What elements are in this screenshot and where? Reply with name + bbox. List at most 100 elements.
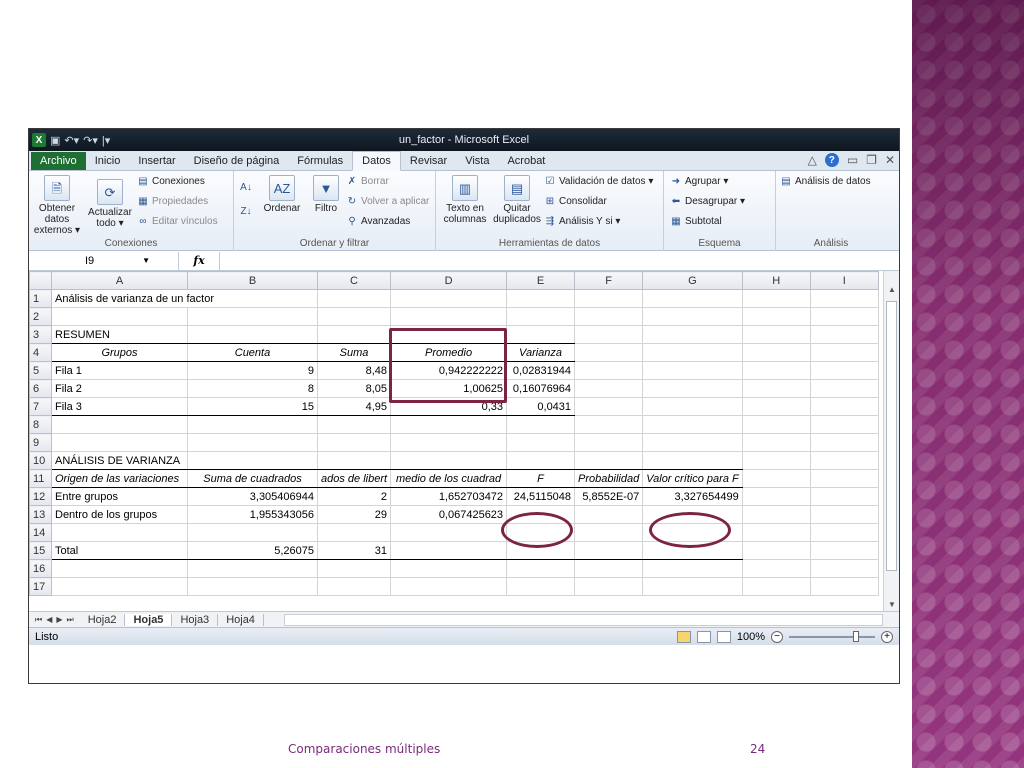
- cell[interactable]: [316, 325, 392, 344]
- cell[interactable]: [809, 307, 879, 326]
- cell[interactable]: [316, 559, 392, 578]
- cell[interactable]: [51, 415, 188, 434]
- cell[interactable]: [642, 361, 743, 380]
- sheet-tab-hoja2[interactable]: Hoja2: [80, 613, 126, 626]
- save-icon[interactable]: ▣: [50, 134, 60, 147]
- cell[interactable]: [741, 559, 811, 578]
- cell[interactable]: [741, 343, 811, 362]
- restore-icon[interactable]: ❐: [866, 153, 877, 167]
- zoom-slider-knob[interactable]: [853, 630, 859, 642]
- vertical-scrollbar[interactable]: ▲ ▼: [883, 271, 899, 611]
- column-header-d[interactable]: D: [390, 271, 508, 290]
- cell[interactable]: [642, 415, 743, 434]
- quitar-duplicados-button[interactable]: ▤ Quitar duplicados: [492, 175, 542, 225]
- cell[interactable]: [741, 289, 811, 308]
- texto-columnas-button[interactable]: ▥ Texto en columnas: [440, 175, 490, 225]
- cell-b13[interactable]: 1,955343056: [187, 505, 318, 524]
- row-header[interactable]: 6: [29, 379, 52, 398]
- cell[interactable]: [809, 415, 879, 434]
- next-sheet-icon[interactable]: ▶: [56, 615, 62, 625]
- cell[interactable]: [574, 379, 644, 398]
- page-layout-view-icon[interactable]: [696, 630, 711, 643]
- page-break-view-icon[interactable]: [716, 630, 731, 643]
- row-header[interactable]: 10: [29, 451, 52, 470]
- cell-c11[interactable]: ados de libert: [316, 469, 392, 488]
- formula-input[interactable]: [219, 251, 899, 270]
- cell-b11[interactable]: Suma de cuadrados: [187, 469, 318, 488]
- cell-a5[interactable]: Fila 1: [51, 361, 188, 380]
- cell[interactable]: [316, 307, 392, 326]
- cell[interactable]: [316, 523, 392, 542]
- cell[interactable]: [316, 433, 392, 452]
- cell[interactable]: [574, 289, 644, 308]
- row-header[interactable]: 11: [29, 469, 52, 488]
- cell[interactable]: [187, 307, 318, 326]
- prev-sheet-icon[interactable]: ◀: [46, 615, 52, 625]
- cell[interactable]: [741, 469, 811, 488]
- cell[interactable]: [809, 397, 879, 416]
- cell[interactable]: [506, 505, 576, 524]
- row-header[interactable]: 4: [29, 343, 52, 362]
- cell[interactable]: [51, 433, 188, 452]
- row-header[interactable]: 1: [29, 289, 52, 308]
- cell[interactable]: [642, 523, 743, 542]
- conexiones-button[interactable]: ▤ Conexiones: [137, 175, 205, 187]
- cell[interactable]: [506, 325, 576, 344]
- cell[interactable]: [390, 289, 508, 308]
- cell-c13[interactable]: 29: [316, 505, 392, 524]
- cell[interactable]: [741, 541, 811, 560]
- cell[interactable]: [809, 577, 879, 596]
- row-header[interactable]: 17: [29, 577, 52, 596]
- cell[interactable]: [741, 361, 811, 380]
- cell[interactable]: [506, 541, 576, 560]
- cell-g12[interactable]: 3,327654499: [642, 487, 743, 506]
- cell-e5[interactable]: 0,02831944: [506, 361, 576, 380]
- cell[interactable]: [642, 433, 743, 452]
- cell[interactable]: [187, 325, 318, 344]
- cell-c15[interactable]: 31: [316, 541, 392, 560]
- cell[interactable]: [390, 307, 508, 326]
- row-header[interactable]: 7: [29, 397, 52, 416]
- sheet-tab-hoja4[interactable]: Hoja4: [218, 613, 264, 626]
- subtotal-button[interactable]: ▦ Subtotal: [670, 215, 721, 227]
- column-header-c[interactable]: C: [316, 271, 392, 290]
- cell-c4[interactable]: Suma: [316, 343, 392, 362]
- cell-e11[interactable]: F: [506, 469, 576, 488]
- redo-icon[interactable]: ↷▾: [83, 134, 98, 147]
- scroll-thumb[interactable]: [886, 301, 897, 571]
- cell[interactable]: [642, 451, 743, 470]
- analisis-ysi-button[interactable]: ⇶ Análisis Y si ▾: [544, 215, 621, 227]
- horizontal-scrollbar[interactable]: [283, 613, 883, 626]
- cell[interactable]: [809, 433, 879, 452]
- cell[interactable]: [574, 361, 644, 380]
- cell[interactable]: [574, 433, 644, 452]
- cell-a10[interactable]: ANÁLISIS DE VARIANZA: [51, 451, 188, 470]
- tab-vista[interactable]: Vista: [456, 152, 498, 170]
- editar-vinculos-button[interactable]: ∞ Editar vínculos: [137, 215, 217, 227]
- cell[interactable]: [390, 559, 508, 578]
- cell-e12[interactable]: 24,5115048: [506, 487, 576, 506]
- obtener-datos-button[interactable]: 🗎 Obtener datos externos ▾: [31, 175, 83, 236]
- cell[interactable]: [574, 559, 644, 578]
- tab-formulas[interactable]: Fórmulas: [288, 152, 352, 170]
- cell[interactable]: [809, 469, 879, 488]
- normal-view-icon[interactable]: [676, 630, 691, 643]
- sort-za-button[interactable]: Z↓: [240, 205, 252, 217]
- tab-diseno-pagina[interactable]: Diseño de página: [185, 152, 289, 170]
- excel-icon[interactable]: X: [32, 133, 46, 147]
- cell[interactable]: [51, 559, 188, 578]
- cell[interactable]: [390, 325, 508, 344]
- cell[interactable]: [741, 487, 811, 506]
- ordenar-button[interactable]: AZ Ordenar: [260, 175, 304, 214]
- actualizar-todo-button[interactable]: ⟳ Actualizar todo ▾: [87, 179, 133, 229]
- column-header-a[interactable]: A: [51, 271, 188, 290]
- row-header[interactable]: 8: [29, 415, 52, 434]
- close-icon[interactable]: ✕: [885, 153, 895, 167]
- cell-a3[interactable]: RESUMEN: [51, 325, 188, 344]
- cell[interactable]: [316, 415, 392, 434]
- cell-a15[interactable]: Total: [51, 541, 188, 560]
- cell-f11[interactable]: Probabilidad: [574, 469, 644, 488]
- cell[interactable]: [506, 289, 576, 308]
- cell-b15[interactable]: 5,26075: [187, 541, 318, 560]
- scroll-up-icon[interactable]: ▲: [888, 285, 896, 294]
